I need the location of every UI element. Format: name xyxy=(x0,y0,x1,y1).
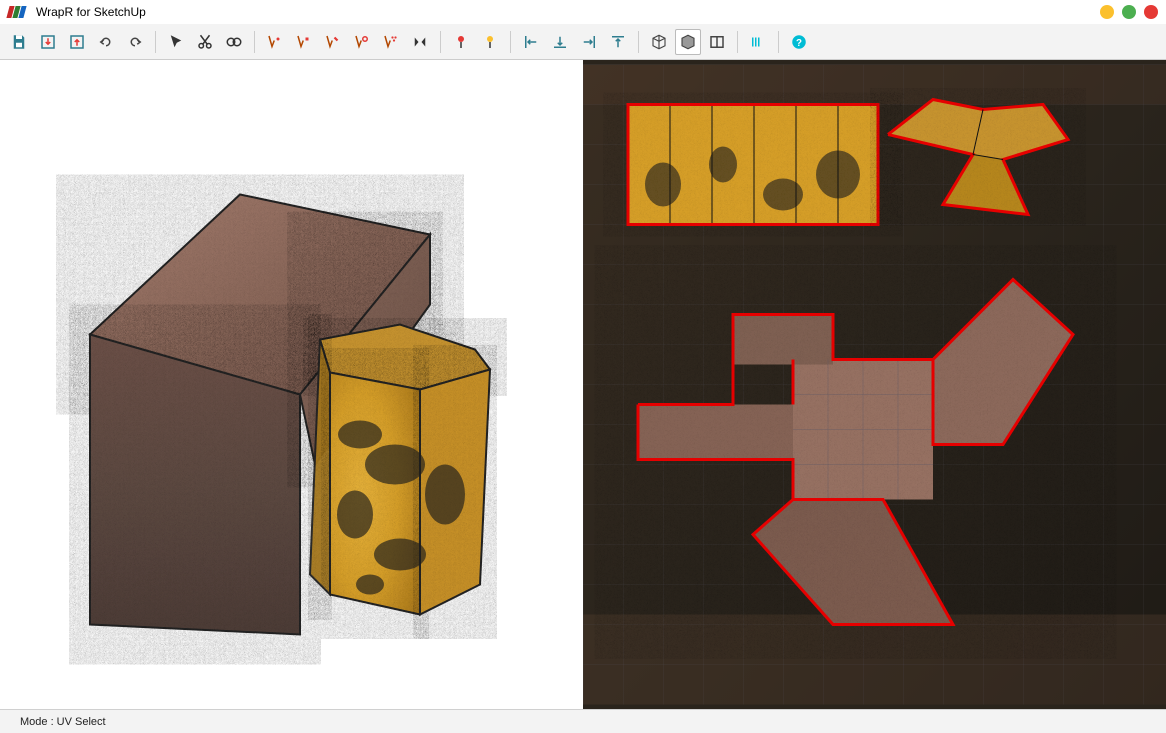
mirror-icon xyxy=(411,33,429,51)
unfold-5-icon xyxy=(382,33,400,51)
weld-button[interactable] xyxy=(221,29,247,55)
unpin-button[interactable] xyxy=(477,29,503,55)
unfold-loop-button[interactable] xyxy=(349,29,375,55)
view-uv-icon xyxy=(679,33,697,51)
status-bar: Mode : UV Select xyxy=(0,709,1166,733)
pin-2-icon xyxy=(481,33,499,51)
align-top-icon xyxy=(609,33,627,51)
select-icon xyxy=(167,33,185,51)
align-left-icon xyxy=(522,33,540,51)
weld-icon xyxy=(225,33,243,51)
viewport-uv[interactable] xyxy=(583,60,1166,709)
redo-button[interactable] xyxy=(122,29,148,55)
viewport-3d[interactable] xyxy=(0,60,583,709)
view-uv-button[interactable] xyxy=(675,29,701,55)
unfold-3-icon xyxy=(324,33,342,51)
title-bar: WrapR for SketchUp xyxy=(0,0,1166,24)
align-bottom-icon xyxy=(551,33,569,51)
undo-icon xyxy=(97,33,115,51)
uv-layout xyxy=(583,60,1166,709)
align-right-button[interactable] xyxy=(576,29,602,55)
minimize-button[interactable] xyxy=(1100,5,1114,19)
mirror-button[interactable] xyxy=(407,29,433,55)
wrapr-logo-icon xyxy=(8,6,30,18)
separator xyxy=(638,31,639,53)
import-icon xyxy=(39,33,57,51)
help-button[interactable]: ? xyxy=(786,29,812,55)
texel-button[interactable] xyxy=(745,29,771,55)
pin-button[interactable] xyxy=(448,29,474,55)
separator xyxy=(737,31,738,53)
separator xyxy=(440,31,441,53)
unfold-edge-button[interactable] xyxy=(320,29,346,55)
redo-icon xyxy=(126,33,144,51)
model-3d xyxy=(0,60,583,709)
pin-1-icon xyxy=(452,33,470,51)
align-left-button[interactable] xyxy=(518,29,544,55)
save-button[interactable] xyxy=(6,29,32,55)
select-button[interactable] xyxy=(163,29,189,55)
unfold-face-button[interactable] xyxy=(262,29,288,55)
unfold-2-icon xyxy=(295,33,313,51)
align-right-icon xyxy=(580,33,598,51)
align-bottom-button[interactable] xyxy=(547,29,573,55)
separator xyxy=(778,31,779,53)
unfold-1-icon xyxy=(266,33,284,51)
cut-button[interactable] xyxy=(192,29,218,55)
texel-icon xyxy=(749,33,767,51)
mode-label: Mode : UV Select xyxy=(20,716,106,728)
align-top-button[interactable] xyxy=(605,29,631,55)
workspace xyxy=(0,60,1166,709)
separator xyxy=(155,31,156,53)
unfold-group-button[interactable] xyxy=(378,29,404,55)
main-toolbar: ? xyxy=(0,24,1166,60)
unfold-island-button[interactable] xyxy=(291,29,317,55)
export-button[interactable] xyxy=(64,29,90,55)
separator xyxy=(254,31,255,53)
view-split-icon xyxy=(708,33,726,51)
app-title: WrapR for SketchUp xyxy=(36,5,146,19)
view-3d-button[interactable] xyxy=(646,29,672,55)
help-icon: ? xyxy=(790,33,808,51)
unfold-4-icon xyxy=(353,33,371,51)
close-button[interactable] xyxy=(1144,5,1158,19)
svg-text:?: ? xyxy=(796,37,802,48)
import-button[interactable] xyxy=(35,29,61,55)
view-split-button[interactable] xyxy=(704,29,730,55)
view-3d-icon xyxy=(650,33,668,51)
separator xyxy=(510,31,511,53)
maximize-button[interactable] xyxy=(1122,5,1136,19)
export-icon xyxy=(68,33,86,51)
window-controls xyxy=(1100,5,1158,19)
cut-icon xyxy=(196,33,214,51)
save-icon xyxy=(10,33,28,51)
undo-button[interactable] xyxy=(93,29,119,55)
